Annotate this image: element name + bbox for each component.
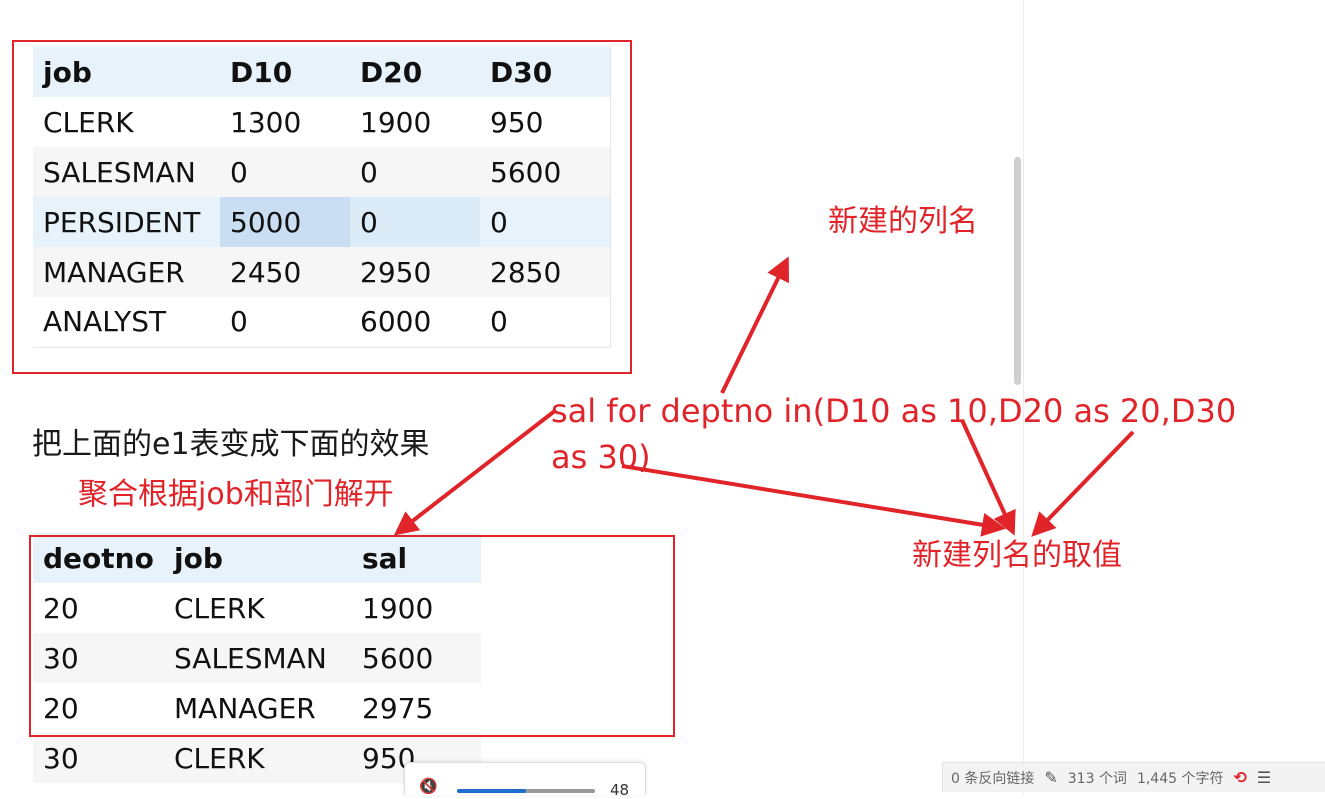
volume-level: 48 [610, 781, 630, 799]
table-cell[interactable]: CLERK [164, 733, 352, 783]
new-column-name-label: 新建的列名 [828, 204, 978, 239]
word-count: 313 个词 [1067, 770, 1127, 787]
source-table-highlight-box [12, 40, 632, 374]
backlinks-count[interactable]: 0 条反向链接 [951, 768, 1034, 788]
new-column-values-label: 新建列名的取值 [912, 538, 1122, 573]
outline-icon[interactable]: ☰ [1257, 768, 1271, 787]
volume-overlay: 🔇 48 [404, 762, 646, 799]
unpivot-code-annotation: sal for deptno in(D10 as 10,D20 as 20,D3… [551, 392, 1237, 476]
table-cell[interactable]: 30 [33, 733, 164, 783]
sync-off-icon[interactable]: ⟲ [1233, 768, 1246, 787]
aggregate-caption: 聚合根据job和部门解开 [78, 477, 394, 512]
pencil-icon[interactable]: ✎ [1044, 768, 1057, 787]
volume-slider[interactable] [457, 789, 595, 793]
result-table-highlight-box [29, 535, 675, 737]
speaker-mute-icon[interactable]: 🔇 [419, 777, 438, 795]
volume-slider-fill [457, 789, 526, 793]
transform-caption: 把上面的e1表变成下面的效果 [32, 427, 430, 462]
char-count: 1,445 个字符 [1136, 770, 1224, 787]
scrollbar[interactable] [1014, 157, 1021, 385]
arrow-to-column-name [720, 256, 789, 394]
status-bar: 0 条反向链接 ✎ 313 个词 1,445 个字符 ⟲ ☰ [942, 762, 1325, 792]
